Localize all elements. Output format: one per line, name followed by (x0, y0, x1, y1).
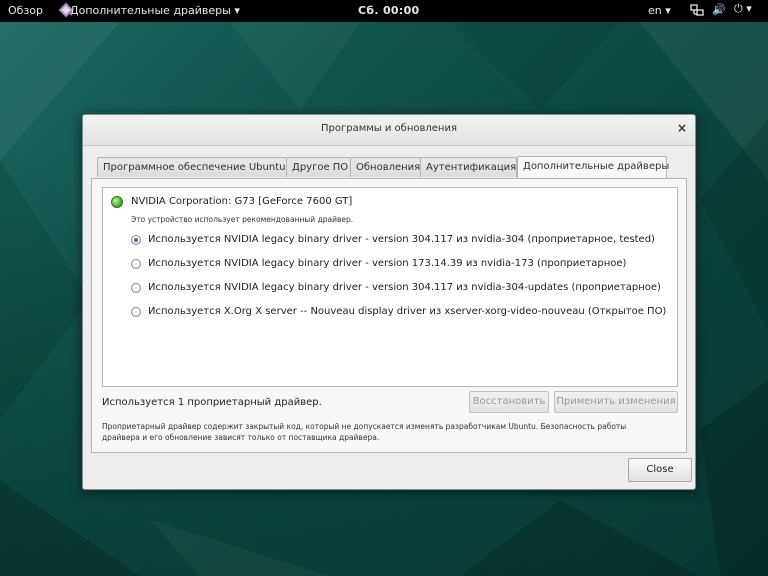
activities-button[interactable]: Обзор (8, 4, 43, 17)
driver-status-text: Используется 1 проприетарный драйвер. (102, 397, 322, 408)
tab-additional-drivers[interactable]: Дополнительные драйверы (517, 156, 669, 178)
restore-button[interactable]: Восстановить (469, 391, 549, 413)
close-icon[interactable]: × (677, 121, 687, 135)
device-name: NVIDIA Corporation: G73 [GeForce 7600 GT… (131, 196, 353, 207)
dialog-title: Программы и обновления (321, 123, 457, 134)
network-icon[interactable] (690, 3, 704, 17)
radio-button[interactable] (131, 235, 141, 245)
language-indicator[interactable]: en ▾ (648, 4, 671, 17)
top-bar: Обзор Дополнительные драйверы ▾ Сб. 00:0… (0, 0, 768, 22)
tab-authentication[interactable]: Аутентификация (420, 157, 517, 177)
close-button[interactable]: Close (628, 458, 692, 482)
radio-button[interactable] (131, 307, 141, 317)
power-icon[interactable]: ⏻ ▾ (734, 2, 752, 16)
tab-updates[interactable]: Обновления (350, 157, 421, 177)
dialog-titlebar[interactable]: Программы и обновления × (83, 115, 695, 146)
device-description: Это устройство использует рекомендованны… (131, 215, 354, 224)
driver-list: NVIDIA Corporation: G73 [GeForce 7600 GT… (102, 187, 678, 387)
apply-changes-button[interactable]: Применить изменения (554, 391, 678, 413)
software-updates-dialog: Программы и обновления × Программное обе… (82, 114, 696, 490)
clock[interactable]: Сб. 00:00 (358, 4, 419, 17)
volume-icon[interactable]: 🔊 (712, 3, 726, 16)
proprietary-note-line: Проприетарный драйвер содержит закрытый … (102, 422, 627, 431)
radio-button[interactable] (131, 259, 141, 269)
driver-option-label: Используется X.Org X server -- Nouveau d… (148, 306, 667, 317)
tab-ubuntu-software[interactable]: Программное обеспечение Ubuntu (97, 157, 287, 177)
driver-option-label: Используется NVIDIA legacy binary driver… (148, 282, 661, 293)
proprietary-note: Проприетарный драйвер содержит закрытый … (102, 421, 682, 443)
device-status-icon (111, 196, 123, 208)
driver-option-label: Используется NVIDIA legacy binary driver… (148, 234, 655, 245)
app-menu[interactable]: Дополнительные драйверы ▾ (70, 4, 240, 17)
tab-other-software[interactable]: Другое ПО (286, 157, 351, 177)
radio-button[interactable] (131, 283, 141, 293)
driver-option-label: Используется NVIDIA legacy binary driver… (148, 258, 627, 269)
proprietary-note-line: драйвера и его обновление зависят только… (102, 433, 380, 442)
additional-drivers-panel: NVIDIA Corporation: G73 [GeForce 7600 GT… (91, 178, 687, 453)
